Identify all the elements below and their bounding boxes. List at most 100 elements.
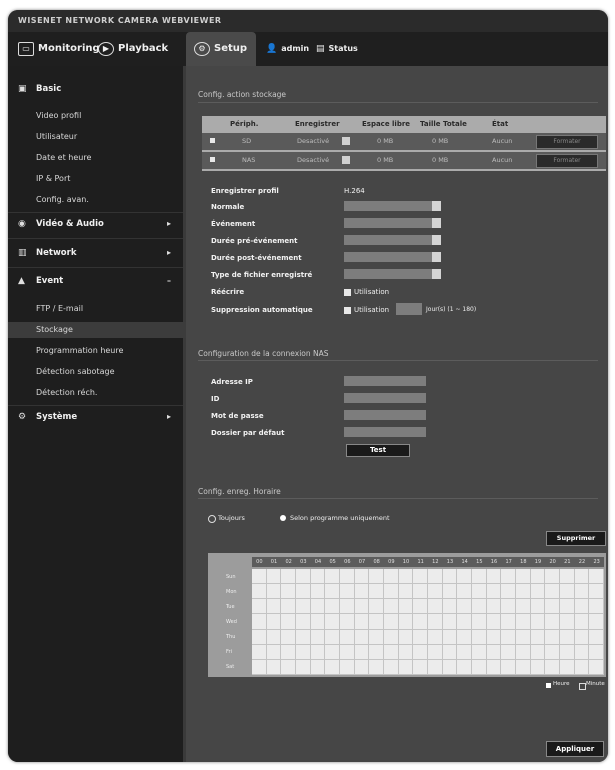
sidebar-item-network-disconnect[interactable]: Détection réch.: [8, 388, 211, 397]
schedule-cell[interactable]: [560, 584, 575, 600]
schedule-cell[interactable]: [296, 614, 311, 630]
schedule-cell[interactable]: [530, 584, 546, 600]
schedule-cell[interactable]: [501, 569, 516, 585]
schedule-cell[interactable]: [413, 644, 428, 660]
schedule-cell[interactable]: [413, 614, 428, 630]
schedule-cell[interactable]: [340, 629, 355, 645]
chevron-down-icon[interactable]: [432, 218, 441, 228]
schedule-cell[interactable]: [281, 659, 296, 675]
nas-folder-input[interactable]: [344, 427, 426, 437]
schedule-cell[interactable]: [266, 629, 282, 645]
schedule-cell[interactable]: [516, 614, 531, 630]
schedule-cell[interactable]: [266, 569, 282, 585]
sidebar-item-video-profile[interactable]: Video profil: [8, 111, 211, 120]
schedule-cell[interactable]: [281, 569, 296, 585]
schedule-cell[interactable]: [486, 599, 502, 615]
schedule-cell[interactable]: [325, 644, 340, 660]
schedule-cell[interactable]: [398, 629, 414, 645]
schedule-cell[interactable]: [472, 644, 487, 660]
schedule-cell[interactable]: [310, 629, 326, 645]
schedule-cell[interactable]: [530, 569, 546, 585]
sidebar-item-user[interactable]: Utilisateur: [8, 132, 211, 141]
schedule-cell[interactable]: [516, 644, 531, 660]
schedule-cell[interactable]: [530, 629, 546, 645]
schedule-cell[interactable]: [545, 599, 560, 615]
schedule-cell[interactable]: [354, 659, 370, 675]
schedule-cell[interactable]: [354, 644, 370, 660]
schedule-cell[interactable]: [296, 629, 311, 645]
schedule-cell[interactable]: [325, 614, 340, 630]
schedule-cell[interactable]: [266, 614, 282, 630]
schedule-cell[interactable]: [369, 599, 384, 615]
schedule-cell[interactable]: [369, 614, 384, 630]
schedule-cell[interactable]: [428, 614, 443, 630]
schedule-cell[interactable]: [486, 584, 502, 600]
schedule-cell[interactable]: [398, 659, 414, 675]
event-select[interactable]: [344, 218, 432, 228]
schedule-cell[interactable]: [398, 599, 414, 615]
record-dropdown[interactable]: [342, 137, 350, 145]
schedule-cell[interactable]: [296, 584, 311, 600]
schedule-cell[interactable]: [457, 614, 472, 630]
schedule-cell[interactable]: [428, 644, 443, 660]
tab-monitoring[interactable]: ▭ Monitoring: [18, 32, 100, 66]
schedule-cell[interactable]: [266, 584, 282, 600]
schedule-cell[interactable]: [384, 659, 399, 675]
schedule-cell[interactable]: [310, 569, 326, 585]
sidebar-item-date-time[interactable]: Date et heure: [8, 153, 211, 162]
schedule-cell[interactable]: [501, 599, 516, 615]
schedule-cell[interactable]: [442, 599, 458, 615]
schedule-cell[interactable]: [589, 659, 604, 675]
tab-playback[interactable]: ▶ Playback: [98, 32, 168, 66]
schedule-cell[interactable]: [340, 659, 355, 675]
schedule-cell[interactable]: [442, 569, 458, 585]
schedule-cell[interactable]: [369, 584, 384, 600]
schedule-cell[interactable]: [560, 629, 575, 645]
schedule-cell[interactable]: [472, 614, 487, 630]
schedule-cell[interactable]: [574, 599, 590, 615]
schedule-cell[interactable]: [252, 629, 267, 645]
schedule-cell[interactable]: [442, 614, 458, 630]
sidebar-item-advanced[interactable]: Config. avan.: [8, 195, 211, 204]
schedule-cell[interactable]: [574, 629, 590, 645]
row-select-checkbox[interactable]: [210, 138, 215, 143]
schedule-cell[interactable]: [281, 584, 296, 600]
schedule-cell[interactable]: [472, 629, 487, 645]
schedule-cell[interactable]: [310, 584, 326, 600]
schedule-cell[interactable]: [589, 584, 604, 600]
schedule-cell[interactable]: [574, 659, 590, 675]
schedule-cell[interactable]: [310, 614, 326, 630]
schedule-cell[interactable]: [501, 629, 516, 645]
schedule-cell[interactable]: [310, 644, 326, 660]
schedule-cell[interactable]: [354, 614, 370, 630]
schedule-cell[interactable]: [296, 599, 311, 615]
schedule-cell[interactable]: [545, 644, 560, 660]
schedule-cell[interactable]: [369, 569, 384, 585]
schedule-cell[interactable]: [325, 569, 340, 585]
chevron-down-icon[interactable]: [432, 252, 441, 262]
schedule-cell[interactable]: [560, 659, 575, 675]
schedule-cells[interactable]: [252, 569, 604, 675]
schedule-cell[interactable]: [560, 569, 575, 585]
schedule-cell[interactable]: [457, 659, 472, 675]
schedule-cell[interactable]: [501, 584, 516, 600]
schedule-cell[interactable]: [516, 599, 531, 615]
schedule-cell[interactable]: [340, 614, 355, 630]
schedule-cell[interactable]: [369, 644, 384, 660]
schedule-cell[interactable]: [574, 644, 590, 660]
schedule-cell[interactable]: [266, 644, 282, 660]
chevron-down-icon[interactable]: [432, 269, 441, 279]
schedule-cell[interactable]: [428, 584, 443, 600]
schedule-cell[interactable]: [428, 599, 443, 615]
schedule-cell[interactable]: [472, 599, 487, 615]
schedule-cell[interactable]: [310, 659, 326, 675]
schedule-cell[interactable]: [325, 629, 340, 645]
schedule-cell[interactable]: [560, 614, 575, 630]
schedule-cell[interactable]: [472, 584, 487, 600]
schedule-cell[interactable]: [266, 599, 282, 615]
sidebar-item-time-schedule[interactable]: Programmation heure: [8, 346, 211, 355]
schedule-cell[interactable]: [516, 629, 531, 645]
schedule-cell[interactable]: [486, 644, 502, 660]
schedule-cell[interactable]: [252, 659, 267, 675]
schedule-cell[interactable]: [252, 584, 267, 600]
